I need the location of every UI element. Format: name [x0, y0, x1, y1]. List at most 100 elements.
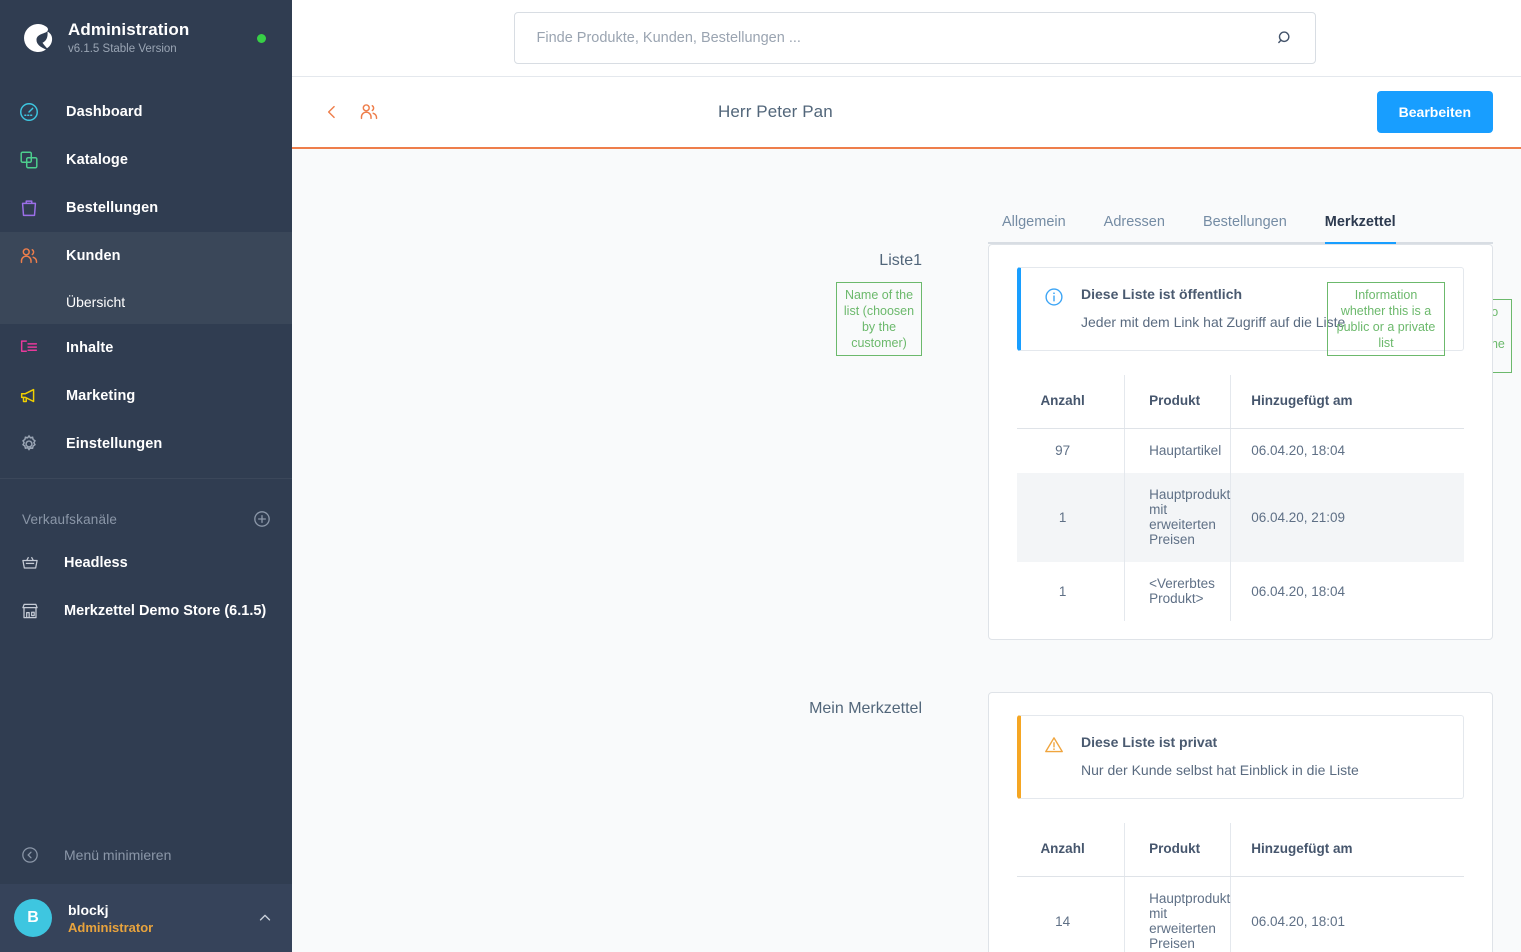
sales-channels-label: Verkaufskanäle	[22, 511, 118, 527]
app-root: Administration v6.1.5 Stable Version Das…	[0, 0, 1521, 952]
page-title: Herr Peter Pan	[718, 102, 833, 121]
cell-product: <Vererbtes Produkt>	[1124, 562, 1232, 621]
wishlist-table: Anzahl Produkt Hinzugefügt am 97 Hauptar…	[1017, 375, 1464, 621]
wishlist-section: Liste1 Name of the list (choosen by the …	[292, 244, 1521, 640]
sidebar-channel-label: Headless	[64, 555, 128, 571]
wishlist-card: Diese Liste ist öffentlich Jeder mit dem…	[988, 244, 1493, 640]
table-row[interactable]: 14 Hauptprodukt mit erweiterten Preisen …	[1017, 876, 1464, 952]
sidebar-item-uebersicht[interactable]: Übersicht	[0, 280, 292, 324]
sidebar-brand[interactable]: Administration v6.1.5 Stable Version	[0, 0, 292, 76]
cell-added: 06.04.20, 18:04	[1251, 583, 1346, 599]
sidebar-item-kunden[interactable]: Kunden	[0, 232, 292, 280]
sidebar-item-label: Bestellungen	[66, 200, 159, 216]
tab-bar: Allgemein Adressen Bestellungen Merkzett…	[988, 198, 1493, 244]
sidebar-item-einstellungen[interactable]: Einstellungen	[0, 420, 292, 468]
edit-button[interactable]: Bearbeiten	[1376, 91, 1493, 133]
column-header-product: Produkt	[1124, 375, 1232, 429]
list-title: Liste1	[879, 252, 922, 269]
search-input[interactable]	[536, 30, 1269, 46]
gear-icon	[18, 433, 48, 455]
shopware-logo-icon	[14, 16, 58, 60]
wishlist-card: Diese Liste ist privat Nur der Kunde sel…	[988, 692, 1493, 952]
wishlist-table: Anzahl Produkt Hinzugefügt am 14 Hauptpr…	[1017, 823, 1464, 952]
sidebar-channel-demo-store[interactable]: Merkzettel Demo Store (6.1.5)	[0, 587, 292, 635]
column-header-added: Hinzugefügt am	[1230, 823, 1464, 877]
cell-count: 1	[1017, 562, 1126, 621]
cell-added: 06.04.20, 18:01	[1251, 913, 1346, 929]
table-row[interactable]: 1 Hauptprodukt mit erweiterten Preisen 0…	[1017, 473, 1464, 562]
sidebar-item-label: Marketing	[66, 388, 136, 404]
sidebar-channel-label: Merkzettel Demo Store (6.1.5)	[64, 603, 267, 619]
sidebar-item-label: Inhalte	[66, 340, 114, 356]
sidebar-item-marketing[interactable]: Marketing	[0, 372, 292, 420]
wishlist-section-left: Mein Merkzettel	[292, 692, 988, 952]
bag-icon	[18, 197, 48, 219]
cell-product: Hauptprodukt mit erweiterten Preisen	[1124, 473, 1232, 562]
visibility-alert: Diese Liste ist öffentlich Jeder mit dem…	[1017, 267, 1464, 356]
column-header-product: Produkt	[1124, 823, 1232, 877]
lists-scroll-area: Liste1 Name of the list (choosen by the …	[292, 244, 1521, 952]
minimize-menu-button[interactable]: Menü minimieren	[0, 826, 292, 884]
wishlist-section-left: Liste1 Name of the list (choosen by the …	[292, 244, 988, 640]
brand-version: v6.1.5 Stable Version	[68, 42, 177, 55]
page-header: Herr Peter Pan Bearbeiten	[292, 77, 1521, 149]
chevron-up-icon[interactable]	[256, 909, 274, 927]
catalog-icon	[18, 149, 48, 171]
top-search-bar	[292, 0, 1521, 77]
list-title: Mein Merkzettel	[809, 700, 922, 717]
cell-product: Hauptartikel	[1124, 428, 1232, 473]
search-container[interactable]	[513, 12, 1316, 64]
column-header-added: Hinzugefügt am	[1230, 375, 1464, 429]
sidebar-item-label: Einstellungen	[66, 436, 163, 452]
column-header-count: Anzahl	[1017, 375, 1126, 429]
wishlist-section: Mein Merkzettel Diese Liste ist privat N…	[292, 692, 1521, 952]
tab-bestellungen[interactable]: Bestellungen	[1203, 214, 1305, 242]
search-icon[interactable]	[1269, 22, 1301, 54]
cell-added: 06.04.20, 18:04	[1251, 443, 1346, 458]
sidebar-item-dashboard[interactable]: Dashboard	[0, 88, 292, 136]
cell-count: 97	[1017, 428, 1126, 473]
user-name: blockj	[68, 901, 109, 918]
user-profile[interactable]: B blockj Administrator	[0, 884, 292, 952]
content-area: Allgemein Adressen Bestellungen Merkzett…	[292, 149, 1521, 952]
chevron-left-circle-icon	[20, 845, 48, 865]
cell-added: 06.04.20, 21:09	[1230, 473, 1464, 562]
column-header-count: Anzahl	[1017, 823, 1126, 877]
info-circle-icon	[1039, 284, 1069, 308]
tab-allgemein[interactable]: Allgemein	[988, 214, 1084, 242]
store-icon	[20, 601, 48, 621]
warning-triangle-icon	[1039, 732, 1069, 756]
customers-icon[interactable]	[358, 101, 380, 123]
plus-circle-icon[interactable]	[252, 509, 272, 529]
table-row[interactable]: 1 <Vererbtes Produkt> 06.04.20, 18:04	[1017, 562, 1464, 621]
tab-merkzettel[interactable]: Merkzettel	[1324, 214, 1414, 244]
sidebar-nav: Dashboard Kataloge Bestellungen Kunden Ü…	[0, 88, 292, 468]
user-role: Administrator	[68, 919, 154, 935]
cell-product: Hauptprodukt mit erweiterten Preisen	[1124, 876, 1232, 952]
sidebar-item-bestellungen[interactable]: Bestellungen	[0, 184, 292, 232]
annotation-visibility: Information whether this is a public or …	[1327, 282, 1445, 356]
sidebar-channel-headless[interactable]: Headless	[0, 539, 292, 587]
content-icon	[18, 337, 48, 359]
main-area: Herr Peter Pan Bearbeiten Allgemein Adre…	[292, 0, 1521, 952]
alert-title: Diese Liste ist privat	[1081, 734, 1218, 750]
cell-count: 14	[1017, 876, 1126, 952]
megaphone-icon	[18, 385, 48, 407]
table-header-row: Anzahl Produkt Hinzugefügt am	[1017, 823, 1464, 877]
alert-text: Nur der Kunde selbst hat Einblick in die…	[1081, 762, 1359, 778]
table-header-row: Anzahl Produkt Hinzugefügt am	[1017, 375, 1464, 429]
minimize-menu-label: Menü minimieren	[64, 847, 172, 863]
sales-channels-header: Verkaufskanäle	[0, 479, 292, 539]
visibility-alert: Diese Liste ist privat Nur der Kunde sel…	[1017, 715, 1464, 799]
tab-adressen[interactable]: Adressen	[1104, 214, 1183, 242]
avatar: B	[14, 899, 52, 937]
sidebar-subitem-label: Übersicht	[66, 294, 126, 310]
sidebar-item-kataloge[interactable]: Kataloge	[0, 136, 292, 184]
cell-count: 1	[1017, 473, 1126, 562]
table-row[interactable]: 97 Hauptartikel 06.04.20, 18:04	[1017, 428, 1464, 473]
sidebar-item-inhalte[interactable]: Inhalte	[0, 324, 292, 372]
page-actions: Bearbeiten	[1376, 91, 1493, 133]
back-button[interactable]	[318, 98, 346, 126]
status-dot	[257, 33, 266, 43]
